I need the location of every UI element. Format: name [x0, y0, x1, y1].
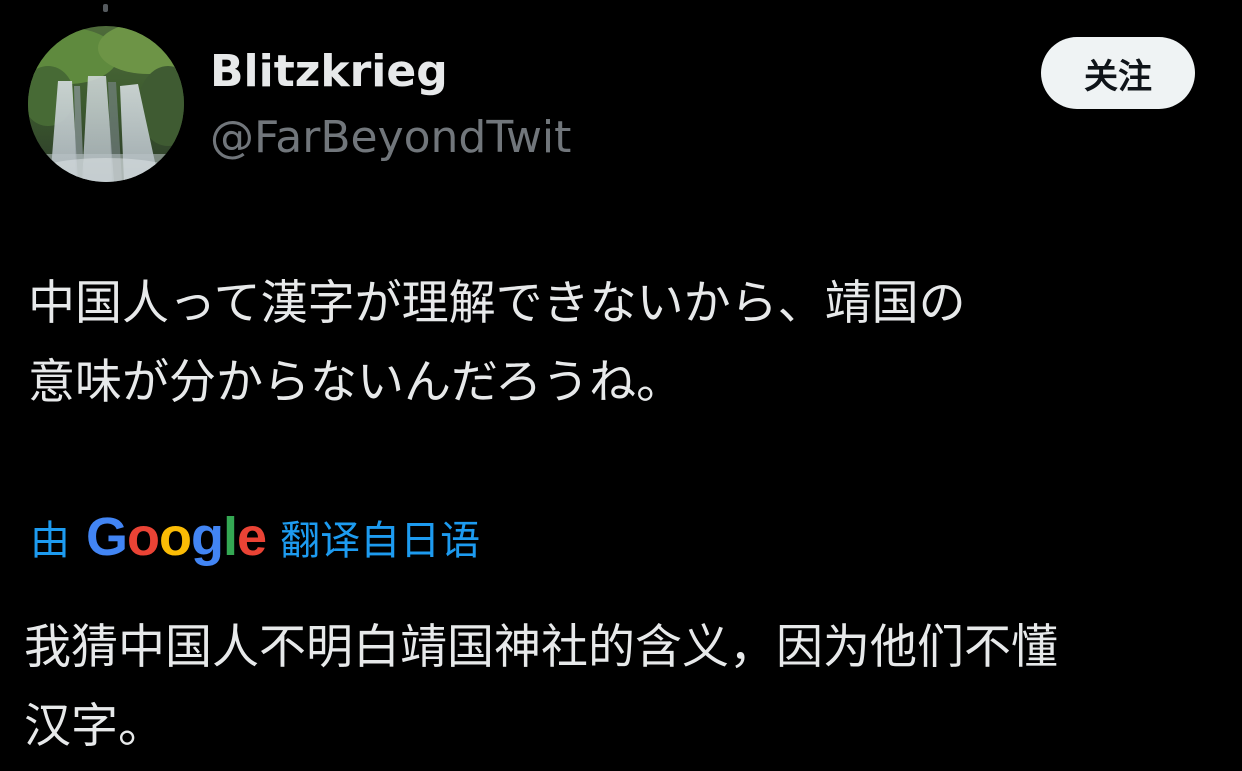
- status-indicator-dot: [103, 4, 108, 12]
- translated-text-line: 我猜中国人不明白靖国神社的含义，因为他们不懂: [24, 620, 1058, 675]
- follow-button[interactable]: 关注: [1041, 37, 1195, 109]
- waterfall-avatar-icon: [28, 26, 184, 182]
- translated-text-line: 汉字。: [24, 699, 165, 754]
- google-logo: Google: [86, 507, 267, 567]
- avatar[interactable]: [28, 26, 184, 182]
- author-display-name[interactable]: Blitzkrieg: [210, 44, 448, 100]
- tweet-text-line: 意味が分からないんだろうね。: [28, 355, 684, 410]
- translated-from-language: 翻译自日语: [280, 518, 481, 564]
- translated-by-prefix: 由: [30, 518, 70, 564]
- author-handle[interactable]: @FarBeyondTwit: [210, 110, 571, 166]
- tweet-text-line: 中国人って漢字が理解できないから、靖国の: [28, 276, 966, 331]
- translated-text: 我猜中国人不明白靖国神社的含义，因为他们不懂 汉字。: [24, 608, 1224, 766]
- translated-by-google[interactable]: 由 Google 翻译自日语: [30, 500, 480, 574]
- tweet-text: 中国人って漢字が理解できないから、靖国の 意味が分からないんだろうね。: [28, 264, 1218, 422]
